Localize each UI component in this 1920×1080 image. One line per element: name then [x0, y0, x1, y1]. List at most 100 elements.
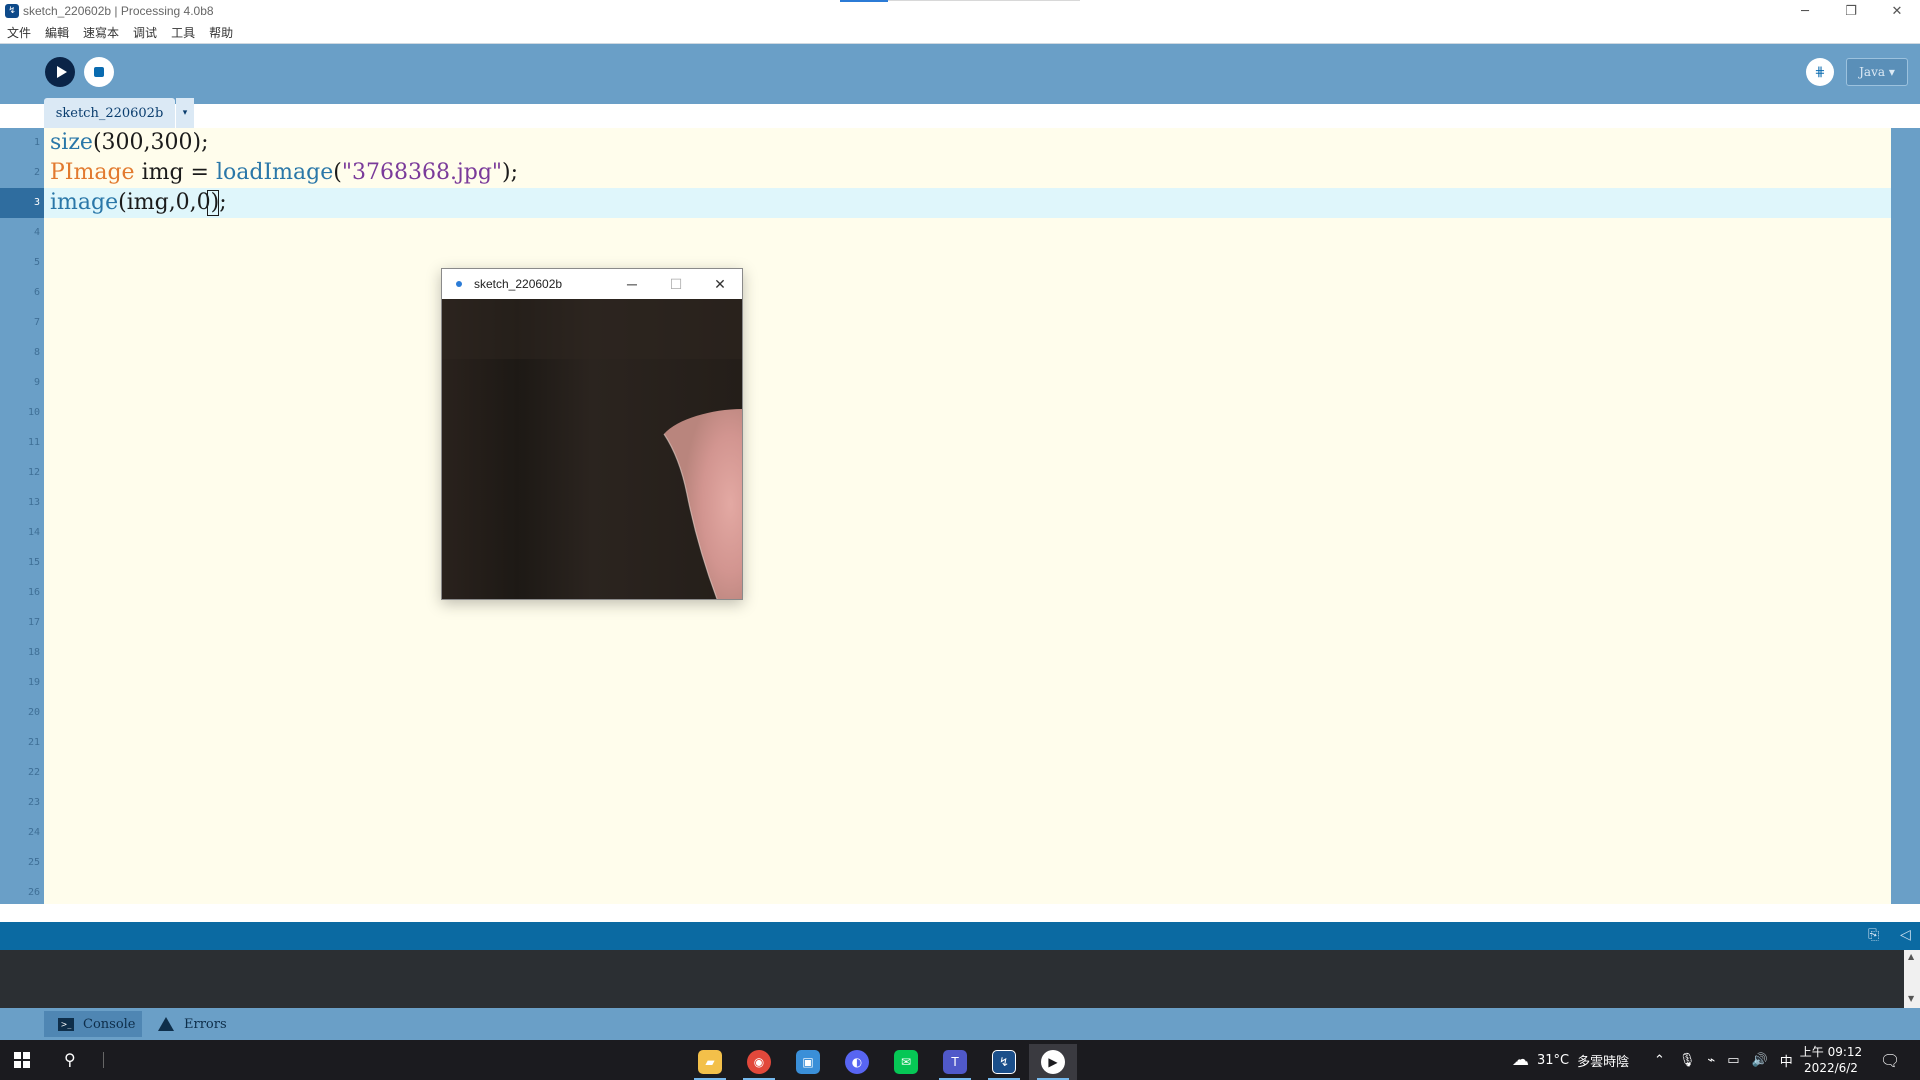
debug-button[interactable]: ⋕ — [1806, 58, 1834, 86]
chrome-icon: ◉ — [747, 1050, 771, 1074]
windows-start-icon[interactable] — [14, 1052, 30, 1068]
menu-help[interactable]: 帮助 — [202, 24, 240, 41]
sketch-window-icon — [456, 281, 462, 287]
display-icon[interactable]: ▭ — [1727, 1053, 1739, 1068]
search-icon[interactable]: ⚲ — [64, 1050, 76, 1069]
title-accent-line — [888, 0, 1080, 1]
editor-status-bar: ⎘ ◁ — [0, 922, 1920, 950]
microphone-icon[interactable]: 🎙 — [1679, 1053, 1696, 1068]
code-line-1[interactable]: size(300,300); — [50, 128, 209, 158]
sketch-minimize-button[interactable]: ─ — [610, 269, 654, 299]
taskbar-teams[interactable]: T — [931, 1044, 979, 1080]
line-number: 12 — [27, 467, 40, 478]
sketch-maximize-button[interactable]: ☐ — [654, 269, 698, 299]
console-icon: >_ — [58, 1017, 74, 1031]
play-icon — [56, 66, 67, 78]
console-output[interactable] — [0, 950, 1904, 1008]
tab-console[interactable]: >_ Console — [44, 1011, 142, 1037]
line-number: 8 — [33, 347, 40, 358]
line-number: 20 — [27, 707, 40, 718]
taskbar-discord[interactable]: ◐ — [833, 1044, 881, 1080]
scroll-up-icon[interactable]: ▲ — [1908, 952, 1914, 961]
line-number: 23 — [27, 797, 40, 808]
menu-file[interactable]: 文件 — [0, 24, 38, 41]
menu-bar: 文件 編輯 速寫本 调试 工具 帮助 — [0, 22, 1920, 44]
line-number: 26 — [27, 887, 40, 898]
line-number-gutter: 1 2 3 4 5 6 7 8 9 10 11 12 13 14 15 16 17 18 19 20 21 22 23 24 2… — [0, 128, 44, 904]
control-panel-icon: ▣ — [796, 1050, 820, 1074]
taskbar-processing-sketch[interactable]: ▶ — [1029, 1044, 1077, 1080]
code-editor[interactable]: size(300,300); PImage img = loadImage("3… — [44, 128, 1891, 904]
toolbar: ⋕ Java ▾ — [0, 44, 1920, 104]
tab-menu-button[interactable]: ▾ — [176, 98, 194, 128]
tab-errors-label: Errors — [184, 1016, 227, 1032]
taskbar-divider — [103, 1052, 104, 1068]
taskbar-clock[interactable]: 上午 09:12 2022/6/2 — [1796, 1044, 1866, 1076]
line-number: 1 — [33, 137, 40, 148]
line-number: 10 — [27, 407, 40, 418]
title-accent — [840, 0, 888, 2]
system-tray: ⌃ 🎙 ⌁ ▭ 🔊 中 — [1654, 1040, 1793, 1080]
volume-icon[interactable]: 🔊 — [1752, 1053, 1768, 1068]
discord-icon: ◐ — [845, 1050, 869, 1074]
weather-temp: 31°C — [1537, 1052, 1570, 1068]
taskbar-file-explorer[interactable]: ▰ — [686, 1044, 734, 1080]
clock-date: 2022/6/2 — [1804, 1061, 1858, 1075]
sketch-run-icon: ▶ — [1041, 1050, 1065, 1074]
sketch-canvas-image — [442, 299, 742, 599]
taskbar-control-panel[interactable]: ▣ — [784, 1044, 832, 1080]
warning-icon — [158, 1017, 174, 1031]
tab-sketch[interactable]: sketch_220602b — [44, 98, 175, 128]
minimize-button[interactable]: ─ — [1782, 0, 1828, 22]
line-number: 24 — [27, 827, 40, 838]
run-button[interactable] — [45, 57, 75, 87]
folder-icon: ▰ — [698, 1050, 722, 1074]
editor-right-margin — [1891, 128, 1920, 904]
stop-icon — [94, 67, 104, 77]
line-number: 11 — [27, 437, 40, 448]
ime-indicator[interactable]: 中 — [1780, 1051, 1793, 1070]
console-scrollbar[interactable]: ▲ ▼ — [1904, 950, 1920, 1008]
notification-icon[interactable]: 🗨 — [1880, 1040, 1900, 1080]
line-number: 15 — [27, 557, 40, 568]
menu-sketch[interactable]: 速寫本 — [76, 24, 126, 41]
restore-button[interactable]: ❐ — [1828, 0, 1874, 22]
line-number: 5 — [33, 257, 40, 268]
menu-edit[interactable]: 編輯 — [38, 24, 76, 41]
taskbar-line[interactable]: ✉ — [882, 1044, 930, 1080]
menu-tools[interactable]: 工具 — [164, 24, 202, 41]
network-icon[interactable]: ⌁ — [1707, 1053, 1715, 1068]
code-line-2[interactable]: PImage img = loadImage("3768368.jpg"); — [50, 158, 518, 188]
line-number: 25 — [27, 857, 40, 868]
close-button[interactable]: ✕ — [1874, 0, 1920, 22]
weather-widget[interactable]: ☁ 31°C 多雲時陰 — [1512, 1040, 1629, 1080]
line-number: 4 — [33, 227, 40, 238]
processing-icon: ↯ — [992, 1050, 1016, 1074]
clipboard-icon[interactable]: ⎘ — [1868, 927, 1879, 943]
scroll-down-icon[interactable]: ▼ — [1908, 994, 1914, 1003]
line-icon: ✉ — [894, 1050, 918, 1074]
line-number: 22 — [27, 767, 40, 778]
taskbar-chrome[interactable]: ◉ — [735, 1044, 783, 1080]
windows-taskbar: ⚲ ▰ ◉ ▣ ◐ ✉ T ↯ ▶ ☁ 31°C 多雲時陰 ⌃ 🎙 ⌁ ▭ 🔊 … — [0, 1040, 1920, 1080]
code-line-3[interactable]: image(img,0,0); — [50, 188, 227, 218]
mode-selector[interactable]: Java ▾ — [1846, 58, 1908, 86]
collapse-arrow-icon[interactable]: ◁ — [1900, 927, 1911, 943]
sketch-output-window: sketch_220602b ─ ☐ ✕ — [441, 268, 743, 600]
stop-button[interactable] — [84, 57, 114, 87]
sketch-title: sketch_220602b — [474, 277, 563, 291]
tab-console-label: Console — [83, 1016, 136, 1032]
line-number: 13 — [27, 497, 40, 508]
line-number: 9 — [33, 377, 40, 388]
line-number: 14 — [27, 527, 40, 538]
tab-errors[interactable]: Errors — [158, 1011, 248, 1037]
taskbar-processing-ide[interactable]: ↯ — [980, 1044, 1028, 1080]
weather-desc: 多雲時陰 — [1577, 1054, 1630, 1070]
sketch-title-bar[interactable]: sketch_220602b ─ ☐ ✕ — [442, 269, 742, 299]
line-number: 16 — [27, 587, 40, 598]
line-number: 7 — [33, 317, 40, 328]
sketch-close-button[interactable]: ✕ — [698, 269, 742, 299]
menu-debug[interactable]: 调试 — [126, 24, 164, 41]
chevron-up-icon[interactable]: ⌃ — [1654, 1053, 1665, 1068]
window-controls: ─ ❐ ✕ — [1782, 0, 1920, 22]
